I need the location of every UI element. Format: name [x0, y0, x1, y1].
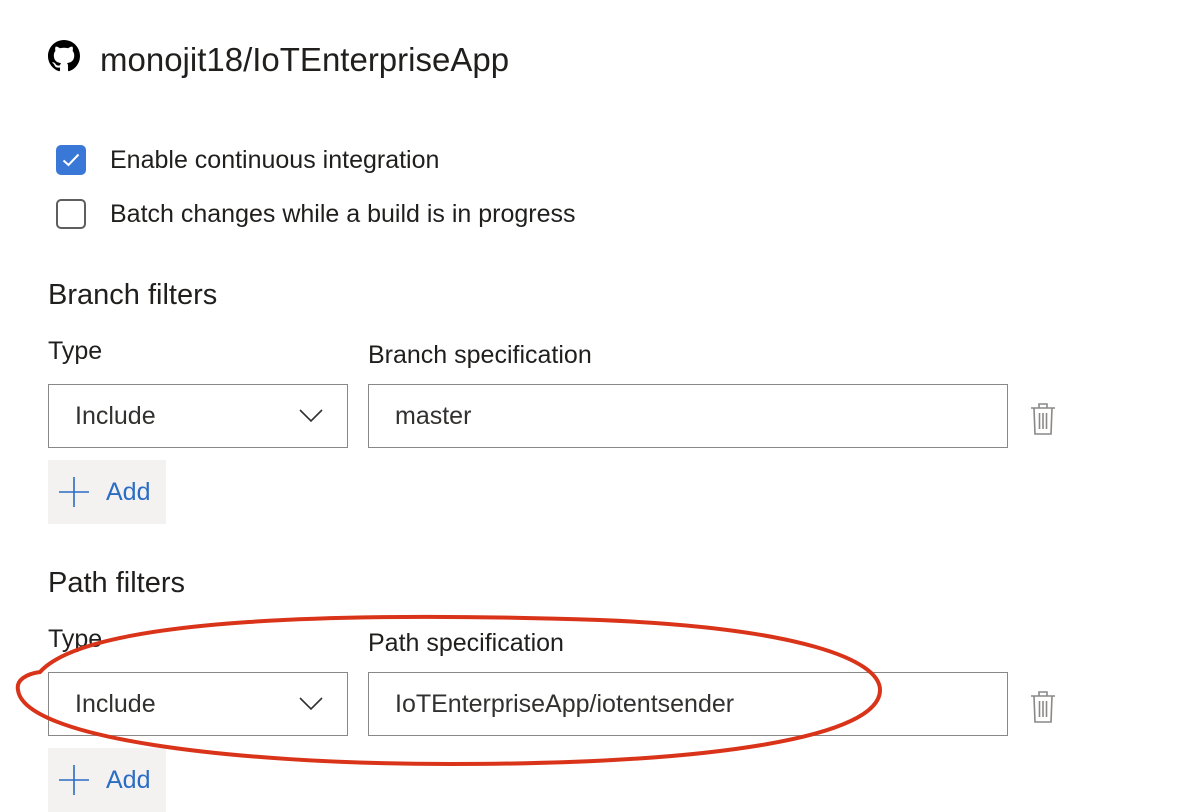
branch-type-dropdown[interactable]: Include	[48, 384, 348, 448]
chevron-down-icon	[299, 409, 323, 423]
repo-name: monojit18/IoTEnterpriseApp	[100, 41, 510, 78]
branch-type-value: Include	[75, 401, 156, 430]
github-icon	[48, 40, 80, 72]
path-spec-label: Path specification	[368, 629, 564, 657]
delete-branch-filter-icon[interactable]	[1030, 402, 1056, 436]
enable-ci-label: Enable continuous integration	[110, 145, 440, 174]
enable-ci-checkbox[interactable]	[56, 145, 86, 175]
delete-path-filter-icon[interactable]	[1030, 690, 1056, 724]
add-branch-filter-button[interactable]: Add	[48, 460, 166, 524]
batch-changes-label: Batch changes while a build is in progre…	[110, 199, 576, 228]
branch-filters-title: Branch filters	[48, 279, 218, 311]
path-spec-input[interactable]: IoTEnterpriseApp/iotentsender	[368, 672, 1008, 736]
checkmark-icon	[62, 153, 80, 167]
path-type-value: Include	[75, 689, 156, 718]
branch-spec-input[interactable]: master	[368, 384, 1008, 448]
chevron-down-icon	[299, 697, 323, 711]
add-path-filter-label: Add	[106, 765, 151, 794]
enable-ci-option[interactable]: Enable continuous integration	[56, 142, 439, 178]
plus-icon	[59, 477, 89, 507]
branch-spec-value: master	[395, 401, 472, 430]
batch-changes-checkbox[interactable]	[56, 199, 86, 229]
path-filters-title: Path filters	[48, 567, 185, 599]
batch-changes-option[interactable]: Batch changes while a build is in progre…	[56, 196, 576, 232]
path-spec-value: IoTEnterpriseApp/iotentsender	[395, 689, 735, 718]
path-type-label: Type	[48, 625, 103, 653]
add-path-filter-button[interactable]: Add	[48, 748, 166, 812]
path-type-dropdown[interactable]: Include	[48, 672, 348, 736]
add-branch-filter-label: Add	[106, 477, 151, 506]
plus-icon	[59, 765, 89, 795]
branch-type-label: Type	[48, 337, 103, 365]
branch-spec-label: Branch specification	[368, 341, 592, 369]
